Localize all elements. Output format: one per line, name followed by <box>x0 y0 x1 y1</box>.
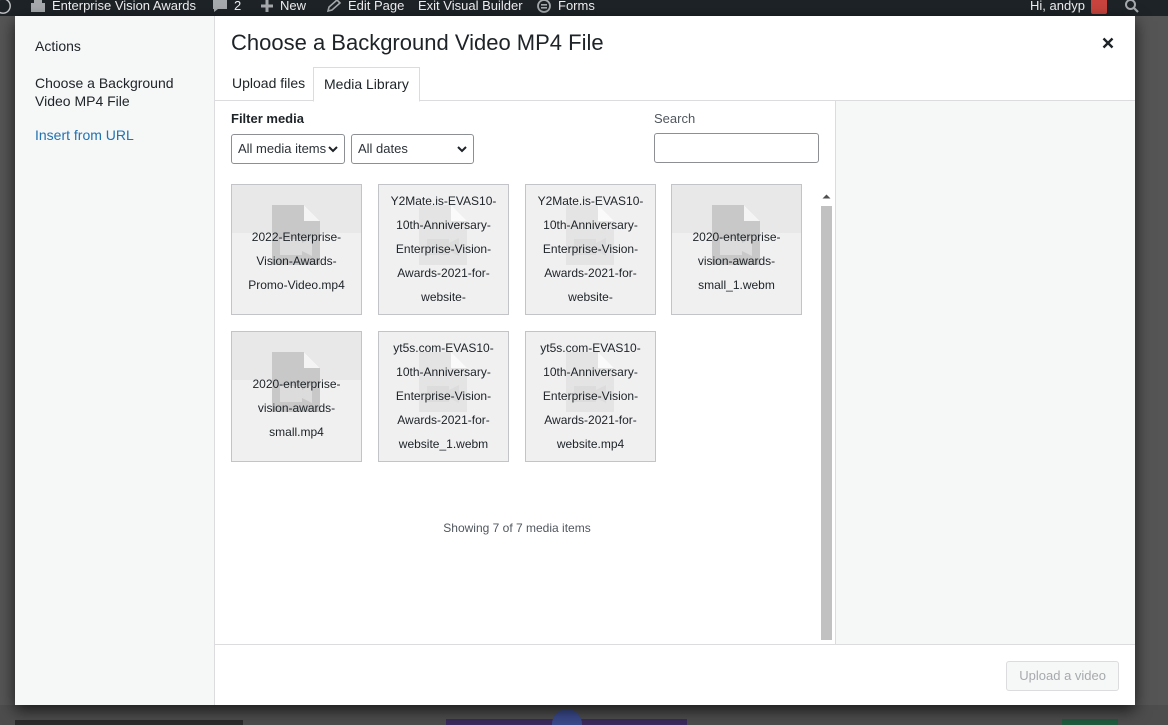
filename-line: website- <box>421 290 466 304</box>
filename-line: Awards-2021-for- <box>544 413 637 427</box>
media-type-filter[interactable]: All media items <box>231 134 345 164</box>
attachment-filename: 2022-Enterprise- Vision-Awards- Promo-Vide… <box>232 225 361 297</box>
exit-builder-label: Exit Visual Builder <box>418 0 523 13</box>
filename-line: Vision-Awards- <box>256 254 337 268</box>
admin-bar: Enterprise Vision Awards 2 New Edit Page… <box>0 0 1168 16</box>
filename-line: vision-awards- <box>697 254 776 268</box>
page-background <box>0 705 1168 725</box>
filename-line: 2022-Enterprise- <box>251 230 342 244</box>
search-icon[interactable] <box>1124 0 1140 16</box>
exit-visual-builder-link[interactable]: Exit Visual Builder <box>418 0 523 16</box>
filename-line: 10th-Anniversary- <box>543 365 638 379</box>
filename-line: small.mp4 <box>269 425 324 439</box>
filename-line: 10th-Anniversary- <box>396 218 491 232</box>
comments-count: 2 <box>234 0 242 13</box>
attachment-item[interactable]: 2020-enterprise-vision-awards-small.mp4 <box>231 331 362 462</box>
close-button[interactable] <box>1095 30 1121 56</box>
filename-line: website_1.webm <box>398 437 489 451</box>
edit-page-link[interactable]: Edit Page <box>326 0 404 16</box>
edit-page-label: Edit Page <box>348 0 405 13</box>
filename-line: Awards-2021-for- <box>397 413 490 427</box>
close-icon <box>1102 37 1114 49</box>
forms-icon <box>537 0 551 13</box>
attachment-item[interactable]: Y2Mate.is-EVAS10- 10th-Anniversary- Enterp… <box>525 184 656 315</box>
modal-title: Choose a Background Video MP4 File <box>231 30 604 55</box>
forms-link[interactable]: Forms <box>536 0 595 16</box>
filename-line: yt5s.com-EVAS10- <box>393 341 494 355</box>
filename-line: Enterprise-Vision- <box>542 242 639 256</box>
attachment-filename: Y2Mate.is-EVAS10- 10th-Anniversary- Enterp… <box>379 189 508 309</box>
menu-item-choose-video[interactable]: Choose a Background Video MP4 File <box>35 74 195 110</box>
filename-line: 2020-enterprise- <box>692 230 781 244</box>
tab-media-library[interactable]: Media Library <box>313 67 420 102</box>
speech-bubble-icon <box>213 0 227 12</box>
filename-line: Promo-Video.mp4 <box>248 278 345 292</box>
new-content-link[interactable]: New <box>260 0 306 16</box>
new-label: New <box>280 0 307 13</box>
plus-icon <box>261 0 273 12</box>
scroll-up-icon[interactable] <box>822 193 831 199</box>
greeting: Hi, andyp <box>1030 0 1085 13</box>
attachment-filename: 2020-enterprise-vision-awards-small.mp4 <box>232 372 361 444</box>
media-type-value: All media items <box>238 141 327 156</box>
media-library-content: Filter media All media items All dates S… <box>215 101 1135 653</box>
attachment-filename: yt5s.com-EVAS10- 10th-Anniversary- Enterpr… <box>379 336 508 456</box>
background-add-button <box>552 709 582 725</box>
filename-line: Enterprise-Vision- <box>395 389 492 403</box>
filename-line: Y2Mate.is-EVAS10- <box>537 194 644 208</box>
filename-line: 2020-enterprise- <box>252 377 341 391</box>
modal-toolbar: Upload a video <box>215 644 1135 705</box>
upload-video-button[interactable]: Upload a video <box>1006 661 1119 691</box>
filename-line: Y2Mate.is-EVAS10- <box>390 194 497 208</box>
filename-line: vision-awards- <box>257 401 336 415</box>
chevron-down-icon <box>328 135 338 163</box>
attachment-item[interactable]: Y2Mate.is-EVAS10- 10th-Anniversary- Enterp… <box>378 184 509 315</box>
account-menu[interactable]: Hi, andyp <box>1030 0 1107 16</box>
filename-line: Enterprise-Vision- <box>395 242 492 256</box>
filename-line: Awards-2021-for- <box>397 266 490 280</box>
date-value: All dates <box>358 141 408 156</box>
filename-line: yt5s.com-EVAS10- <box>540 341 641 355</box>
attachment-filename: Y2Mate.is-EVAS10- 10th-Anniversary- Enterp… <box>526 189 655 309</box>
menu-item-insert-from-url[interactable]: Insert from URL <box>35 126 134 144</box>
avatar <box>1090 0 1107 14</box>
scrollbar-thumb[interactable] <box>821 206 832 640</box>
media-count: Showing 7 of 7 media items <box>443 521 591 535</box>
attachment-item[interactable]: 2020-enterprise-vision-awards-small_1.we… <box>671 184 802 315</box>
date-filter[interactable]: All dates <box>351 134 474 164</box>
menu-heading: Actions <box>35 38 81 54</box>
search-label: Search <box>654 111 696 126</box>
filter-media-label: Filter media <box>231 111 304 126</box>
site-name-link[interactable]: Enterprise Vision Awards <box>30 0 196 16</box>
background-block <box>1062 719 1118 725</box>
pencil-icon <box>326 0 342 13</box>
scrollbar[interactable] <box>819 190 834 658</box>
chevron-down-icon <box>457 135 467 163</box>
filename-line: 10th-Anniversary- <box>396 365 491 379</box>
filename-line: website.mp4 <box>556 437 625 451</box>
background-block <box>15 720 243 725</box>
forms-label: Forms <box>558 0 595 13</box>
media-router: Upload files Media Library <box>215 64 1135 102</box>
attachment-details-sidebar <box>835 101 1135 644</box>
comments-link[interactable]: 2 <box>212 0 241 16</box>
media-modal: Actions Choose a Background Video MP4 Fi… <box>15 16 1135 705</box>
search-input[interactable] <box>654 133 819 163</box>
wordpress-logo-icon[interactable] <box>0 0 12 16</box>
attachment-item[interactable]: yt5s.com-EVAS10- 10th-Anniversary- Enterpr… <box>378 331 509 462</box>
site-name: Enterprise Vision Awards <box>52 0 197 13</box>
attachment-item[interactable]: yt5s.com-EVAS10- 10th-Anniversary- Enterpr… <box>525 331 656 462</box>
home-icon <box>31 0 45 12</box>
filename-line: Enterprise-Vision- <box>542 389 639 403</box>
tab-upload-files[interactable]: Upload files <box>222 67 315 101</box>
filename-line: Awards-2021-for- <box>544 266 637 280</box>
attachment-item[interactable]: 2022-Enterprise- Vision-Awards- Promo-Vide… <box>231 184 362 315</box>
filename-line: small_1.webm <box>698 278 775 292</box>
attachment-filename: yt5s.com-EVAS10- 10th-Anniversary- Enterpr… <box>526 336 655 456</box>
filename-line: 10th-Anniversary- <box>543 218 638 232</box>
filename-line: website- <box>568 290 613 304</box>
attachment-filename: 2020-enterprise-vision-awards-small_1.we… <box>672 225 801 297</box>
media-menu: Actions Choose a Background Video MP4 Fi… <box>15 16 215 705</box>
